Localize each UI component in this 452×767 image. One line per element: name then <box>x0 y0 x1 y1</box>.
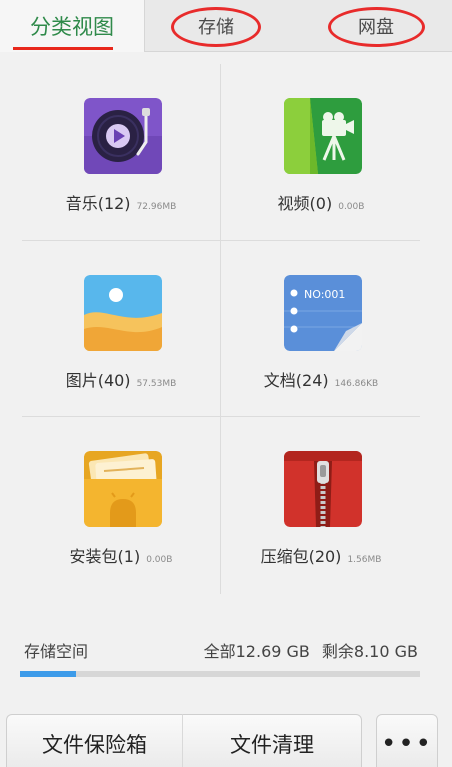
music-icon <box>84 98 162 174</box>
file-cleanup-button[interactable]: 文件清理 <box>182 714 362 767</box>
tab-bar: 分类视图 存储 网盘 <box>0 0 452 52</box>
category-size: 146.86KB <box>334 379 379 389</box>
category-name: 安装包(1) <box>69 547 141 566</box>
tab-label: 存储 <box>198 17 234 38</box>
storage-free: 剩余8.10 GB <box>321 642 418 661</box>
category-name: 文档(24) <box>263 371 329 390</box>
storage-progress-bar <box>20 671 420 677</box>
tab-storage[interactable]: 存储 <box>172 0 260 52</box>
storage-label: 存储空间 <box>24 642 89 661</box>
storage-total: 全部12.69 GB <box>203 642 310 661</box>
category-archive[interactable]: 压缩包(20) 1.56MB <box>222 417 420 593</box>
more-button[interactable]: ••• <box>376 714 438 767</box>
tab-label: 分类视图 <box>30 15 114 39</box>
archive-icon <box>284 451 362 527</box>
category-documents[interactable]: NO:001 文档(24) 146.86KB <box>222 241 420 417</box>
image-icon <box>84 275 162 351</box>
more-dots-icon: ••• <box>380 729 433 759</box>
category-video[interactable]: 视频(0) 0.00B <box>222 64 420 240</box>
grid-divider <box>220 64 221 594</box>
tab-label: 网盘 <box>358 17 394 38</box>
doc-icon-label: NO:001 <box>304 288 345 301</box>
category-name: 压缩包(20) <box>260 547 342 566</box>
category-size: 0.00B <box>338 202 365 212</box>
category-apk[interactable]: 安装包(1) 0.00B <box>22 417 220 593</box>
storage-summary: 全部12.69 GB 剩余8.10 GB <box>204 638 418 662</box>
category-size: 0.00B <box>146 555 173 565</box>
button-label: 文件清理 <box>230 733 314 757</box>
file-vault-button[interactable]: 文件保险箱 <box>6 714 182 767</box>
active-tab-underline <box>13 47 113 50</box>
bottom-toolbar: 文件保险箱 文件清理 ••• <box>6 714 438 767</box>
category-images[interactable]: 图片(40) 57.53MB <box>22 241 220 417</box>
category-size: 72.96MB <box>136 202 177 212</box>
document-icon: NO:001 <box>284 275 362 351</box>
button-label: 文件保险箱 <box>42 733 147 757</box>
tab-category-view[interactable]: 分类视图 <box>0 0 145 52</box>
category-name: 视频(0) <box>277 194 333 213</box>
category-music[interactable]: 音乐(12) 72.96MB <box>22 64 220 240</box>
apk-icon <box>84 451 162 527</box>
category-name: 音乐(12) <box>65 194 131 213</box>
category-size: 1.56MB <box>347 555 382 565</box>
category-size: 57.53MB <box>136 379 177 389</box>
video-icon <box>284 98 362 174</box>
tab-cloud-disk[interactable]: 网盘 <box>328 0 424 52</box>
category-name: 图片(40) <box>65 371 131 390</box>
storage-progress-fill <box>20 671 76 677</box>
